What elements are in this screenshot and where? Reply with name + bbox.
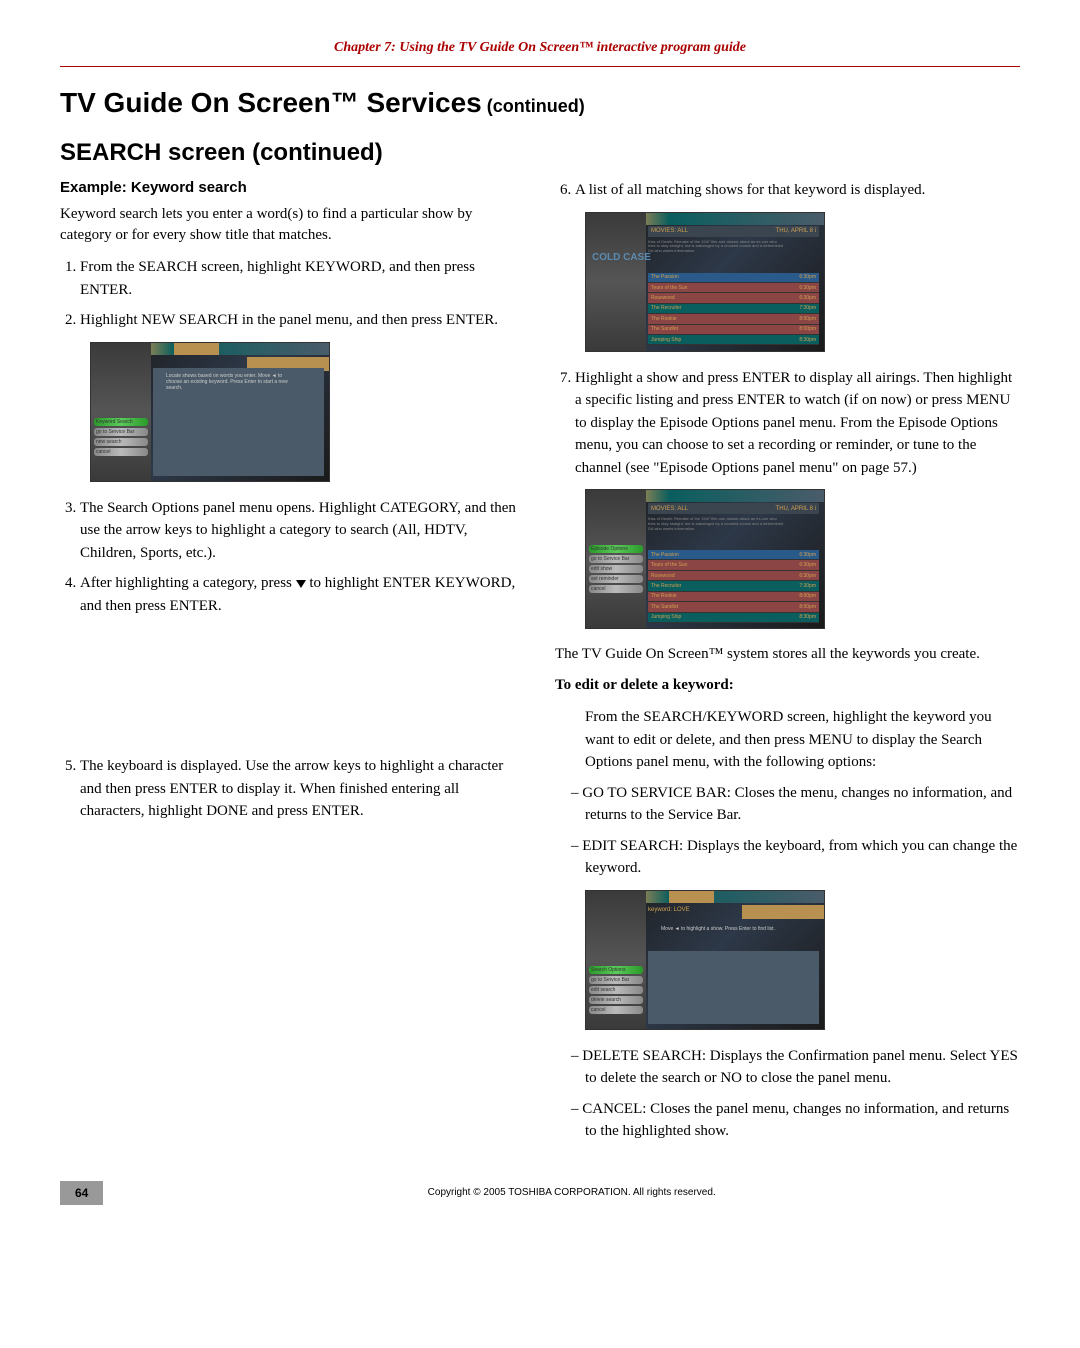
- right-column: A list of all matching shows for that ke…: [555, 179, 1020, 1151]
- step-5: The keyboard is displayed. Use the arrow…: [80, 755, 525, 823]
- movies-all-2: MOVIES: ALL: [651, 506, 688, 512]
- spacer: [60, 625, 525, 755]
- result-row: Jumping Ship8:30pm: [648, 335, 819, 345]
- step-4: After highlighting a category, press to …: [80, 572, 525, 617]
- page-number: 64: [60, 1181, 103, 1205]
- movies-all: MOVIES: ALL: [651, 228, 688, 234]
- steps-list-left-2: The Search Options panel menu opens. Hig…: [80, 497, 525, 618]
- intro-text: Keyword search lets you enter a word(s) …: [60, 204, 525, 246]
- copyright-text: Copyright © 2005 TOSHIBA CORPORATION. Al…: [123, 1187, 1020, 1198]
- movie-desc-2: Kiss of Death: Remake of the 1947 film-n…: [648, 517, 784, 531]
- screenshot-edit-keyword: Search Options go to Service Bar edit se…: [585, 890, 825, 1030]
- edit-heading: To edit or delete a keyword:: [555, 675, 1020, 696]
- step-3: The Search Options panel menu opens. Hig…: [80, 497, 525, 565]
- screenshot-sidebar-3: Search Options go to Service Bar edit se…: [589, 966, 643, 1016]
- result-row: Rosewood6:30pm: [648, 293, 819, 303]
- dash-list-2: DELETE SEARCH: Displays the Confirmation…: [585, 1045, 1020, 1143]
- result-row: The Rookie8:00pm: [648, 592, 819, 602]
- results-list-2: The Passion6:30pm Tears of the Sun6:30pm…: [648, 550, 819, 623]
- sidebar-service-bar-2: go to Service Bar: [589, 555, 643, 563]
- sidebar-episode-options: Episode Options: [589, 545, 643, 553]
- screenshot-sidebar: Keyword Search go to Service Bar new sea…: [94, 418, 148, 458]
- movie-desc: Kiss of Death: Remake of the 1947 film-n…: [648, 240, 784, 254]
- result-row: The Sandlot8:00pm: [648, 325, 819, 335]
- screenshot-body-2: [648, 951, 819, 1024]
- screenshot-results-1: MOVIES: ALL THU, APRIL 8 i COLD CASE Kis…: [585, 212, 825, 352]
- date-label-2: THU, APRIL 8 i: [776, 506, 816, 512]
- cold-case-logo: COLD CASE: [592, 253, 651, 263]
- dash-edit: EDIT SEARCH: Displays the keyboard, from…: [585, 835, 1020, 880]
- dash-list-1: GO TO SERVICE BAR: Closes the menu, chan…: [585, 782, 1020, 880]
- screenshot-sidebar-2: Episode Options go to Service Bar edit s…: [589, 545, 643, 595]
- left-column: Example: Keyword search Keyword search l…: [60, 179, 525, 1151]
- sidebar-new-search: new search: [94, 438, 148, 446]
- sidebar-set-reminder: set reminder: [589, 575, 643, 583]
- result-row: The Sandlot8:00pm: [648, 602, 819, 612]
- screenshot-results-2: MOVIES: ALL THU, APRIL 8 i Episode Optio…: [585, 489, 825, 629]
- sidebar-search-options: Search Options: [589, 966, 643, 974]
- result-row: The Passion6:30pm: [648, 550, 819, 560]
- screenshot-keyword-search: Keyword Search go to Service Bar new sea…: [90, 342, 330, 482]
- sidebar-service-bar-3: go to Service Bar: [589, 976, 643, 984]
- sidebar-cancel: cancel: [94, 448, 148, 456]
- example-subheading: Example: Keyword search: [60, 179, 525, 196]
- date-label: THU, APRIL 8 i: [776, 228, 816, 234]
- sidebar-service-bar: go to Service Bar: [94, 428, 148, 436]
- alphabetical-highlight-2: [742, 905, 824, 919]
- keyword-label: keyword: LOVE: [648, 907, 690, 913]
- sidebar-edit-search: edit search: [589, 986, 643, 994]
- result-row: The Recruiter7:30pm: [648, 304, 819, 314]
- result-row: Rosewood6:30pm: [648, 571, 819, 581]
- stores-text: The TV Guide On Screen™ system stores al…: [555, 644, 1020, 665]
- down-arrow-icon: [296, 580, 306, 588]
- main-title: TV Guide On Screen™ Services (continued): [60, 87, 1020, 119]
- sidebar-edit-show: edit show: [589, 565, 643, 573]
- result-row: Tears of the Sun6:30pm: [648, 560, 819, 570]
- step-6: A list of all matching shows for that ke…: [575, 179, 1020, 202]
- result-row: The Rookie8:00pm: [648, 314, 819, 324]
- steps-list-right: A list of all matching shows for that ke…: [575, 179, 1020, 202]
- sidebar-cancel-2: cancel: [589, 585, 643, 593]
- main-title-continued: (continued): [482, 96, 585, 116]
- sidebar-cancel-3: cancel: [589, 1006, 643, 1014]
- tab-keyword-highlight-2: [669, 891, 714, 903]
- chapter-header: Chapter 7: Using the TV Guide On Screen™…: [60, 40, 1020, 56]
- title-bar: MOVIES: ALL THU, APRIL 8 i: [648, 226, 819, 237]
- screenshot-preview-pane: [91, 343, 151, 481]
- step-7: Highlight a show and press ENTER to disp…: [575, 367, 1020, 480]
- title-bar-2: MOVIES: ALL THU, APRIL 8 i: [648, 503, 819, 514]
- step-2: Highlight NEW SEARCH in the panel menu, …: [80, 309, 525, 332]
- screenshot-preview-pane-2: [586, 213, 646, 351]
- result-row: The Recruiter7:30pm: [648, 581, 819, 591]
- result-row: Tears of the Sun6:30pm: [648, 283, 819, 293]
- dash-delete: DELETE SEARCH: Displays the Confirmation…: [585, 1045, 1020, 1090]
- result-row: The Passion6:30pm: [648, 273, 819, 283]
- results-list: The Passion6:30pm Tears of the Sun6:30pm…: [648, 273, 819, 346]
- sidebar-keyword-search: Keyword Search: [94, 418, 148, 426]
- step-4a: After highlighting a category, press: [80, 575, 296, 591]
- steps-list-right-2: Highlight a show and press ENTER to disp…: [575, 367, 1020, 480]
- section-title: SEARCH screen (continued): [60, 139, 1020, 167]
- step-1: From the SEARCH screen, highlight KEYWOR…: [80, 256, 525, 301]
- footer: 64 Copyright © 2005 TOSHIBA CORPORATION.…: [60, 1181, 1020, 1205]
- result-row: Jumping Ship8:30pm: [648, 613, 819, 623]
- tab-keyword-highlight: [174, 343, 219, 355]
- steps-list-left: From the SEARCH screen, highlight KEYWOR…: [80, 256, 525, 332]
- main-title-text: TV Guide On Screen™ Services: [60, 87, 482, 118]
- header-divider: [60, 66, 1020, 67]
- dash-cancel: CANCEL: Closes the panel menu, changes n…: [585, 1098, 1020, 1143]
- two-column-layout: Example: Keyword search Keyword search l…: [60, 179, 1020, 1151]
- from-text: From the SEARCH/KEYWORD screen, highligh…: [585, 706, 1020, 774]
- screenshot-edit-hint: Move ◄ to highlight a show. Press Enter …: [661, 926, 794, 932]
- screenshot-hints: Locate shows based on words you enter. M…: [166, 373, 299, 391]
- sidebar-delete-search: delete search: [589, 996, 643, 1004]
- steps-list-left-3: The keyboard is displayed. Use the arrow…: [80, 755, 525, 823]
- dash-goto: GO TO SERVICE BAR: Closes the menu, chan…: [585, 782, 1020, 827]
